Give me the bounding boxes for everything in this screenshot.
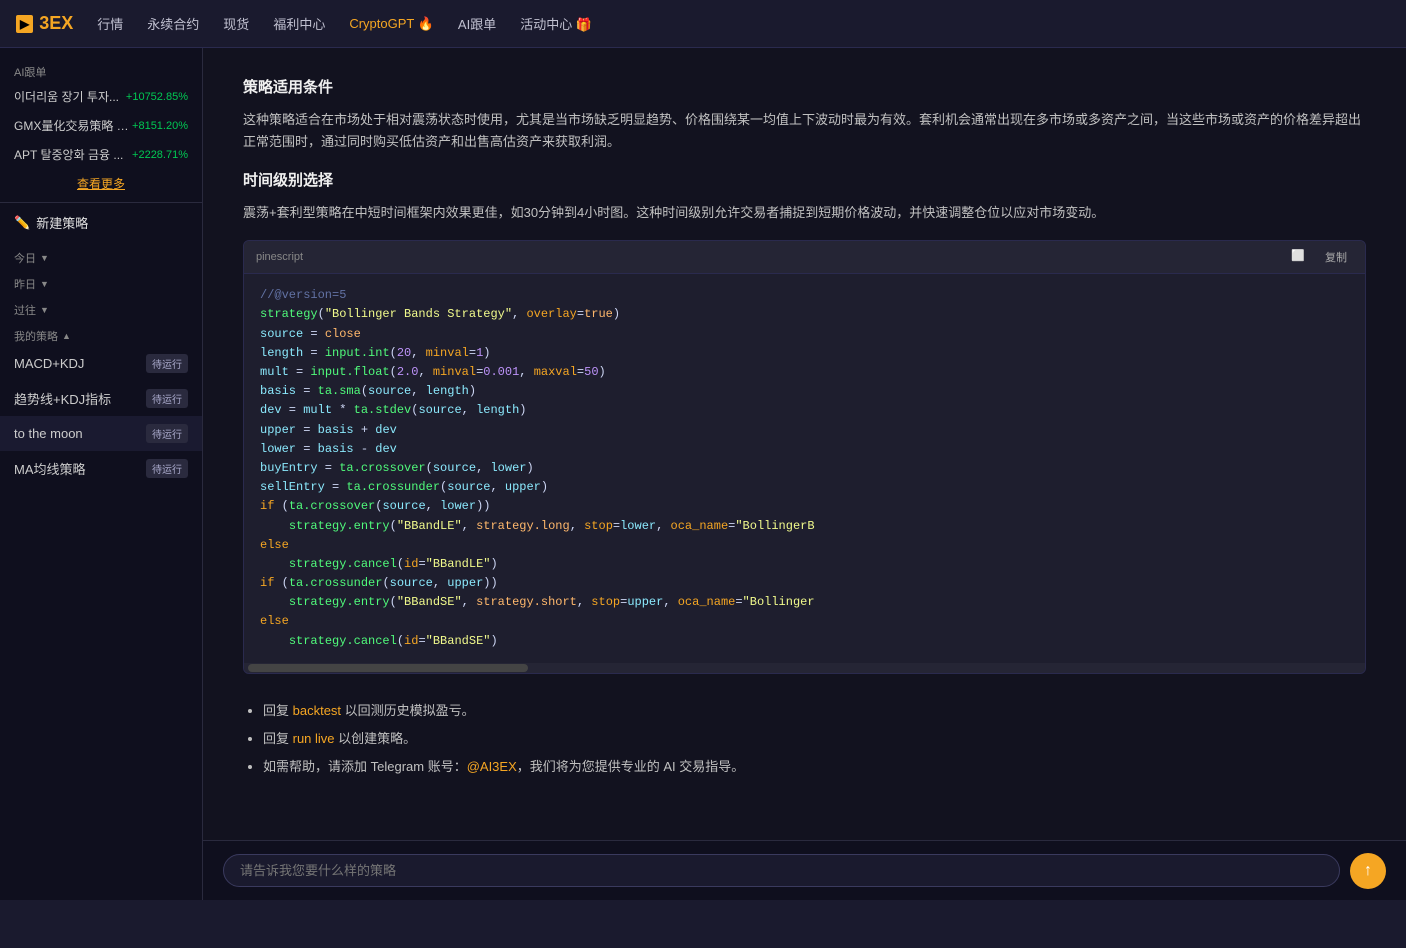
- today-label: 今日: [14, 250, 36, 266]
- strategy-name-3: to the moon: [14, 426, 83, 441]
- chat-input-bar: ↑: [203, 840, 1406, 900]
- code-icon-btn[interactable]: ⬜: [1285, 247, 1311, 267]
- nav-aicopy[interactable]: AI跟单: [458, 14, 496, 33]
- edit-icon: ✏️: [14, 215, 30, 231]
- today-chevron: ▼: [40, 253, 49, 263]
- section1-text: 这种策略适合在市场处于相对震荡状态时使用，尤其是当市场缺乏明显趋势、价格围绕某一…: [243, 109, 1366, 153]
- content-area: 策略适用条件 这种策略适合在市场处于相对震荡状态时使用，尤其是当市场缺乏明显趋势…: [203, 48, 1406, 900]
- past-label: 过往: [14, 302, 36, 318]
- trending-item-1[interactable]: 이더리움 장기 투자... +10752.85%: [0, 82, 202, 111]
- nav-activities[interactable]: 活动中心 🎁: [520, 14, 592, 33]
- chat-send-button[interactable]: ↑: [1350, 853, 1386, 889]
- bullet-highlight-3: @AI3EX: [467, 759, 517, 774]
- new-strategy-label: 新建策略: [36, 213, 88, 232]
- yesterday-chevron: ▼: [40, 279, 49, 289]
- nav-cryptogpt[interactable]: CryptoGPT 🔥: [349, 16, 434, 32]
- bullet-list: 回复 backtest 以回测历史模拟盈亏。 回复 run live 以创建策略…: [243, 690, 1366, 790]
- navbar: ▶ 3EX 行情 永续合约 现货 福利中心 CryptoGPT 🔥 AI跟单 活…: [0, 0, 1406, 48]
- strategy-badge-3: 待运行: [146, 424, 188, 443]
- nav-spot[interactable]: 现货: [223, 14, 249, 33]
- strategy-badge-2: 待运行: [146, 389, 188, 408]
- trending-gain-2: +8151.20%: [132, 120, 188, 132]
- today-group[interactable]: 今日 ▼: [0, 242, 202, 268]
- code-actions: ⬜ 复制: [1285, 247, 1353, 267]
- content-main: 策略适用条件 这种策略适合在市场处于相对震荡状态时使用，尤其是当市场缺乏明显趋势…: [203, 48, 1406, 840]
- new-strategy-button[interactable]: ✏️ 新建策略: [0, 202, 202, 242]
- code-body: //@version=5 strategy("Bollinger Bands S…: [244, 274, 1365, 663]
- trending-name-1: 이더리움 장기 투자...: [14, 88, 126, 105]
- strategy-name-1: MACD+KDJ: [14, 356, 84, 371]
- bullet-highlight-2: run live: [293, 731, 335, 746]
- yesterday-group[interactable]: 昨日 ▼: [0, 268, 202, 294]
- my-strategies-label: 我的策略: [14, 328, 58, 344]
- section1-title: 策略适用条件: [243, 76, 1366, 97]
- my-strategies-chevron: ▲: [62, 331, 71, 341]
- past-chevron: ▼: [40, 305, 49, 315]
- code-header: pinescript ⬜ 复制: [244, 241, 1365, 274]
- send-icon: ↑: [1364, 862, 1372, 880]
- code-copy-btn[interactable]: 复制: [1319, 247, 1353, 267]
- strategy-item-1[interactable]: MACD+KDJ 待运行: [0, 346, 202, 381]
- yesterday-label: 昨日: [14, 276, 36, 292]
- strategy-badge-4: 待运行: [146, 459, 188, 478]
- code-scroll[interactable]: //@version=5 strategy("Bollinger Bands S…: [244, 274, 1365, 663]
- strategy-item-2[interactable]: 趋势线+KDJ指标 待运行: [0, 381, 202, 416]
- section2-title: 时间级别选择: [243, 169, 1366, 190]
- logo[interactable]: ▶ 3EX: [16, 13, 73, 34]
- logo-icon: ▶: [16, 15, 33, 33]
- strategy-badge-1: 待运行: [146, 354, 188, 373]
- code-lang-label: pinescript: [256, 251, 303, 263]
- code-scrollbar-thumb[interactable]: [248, 664, 528, 672]
- past-group[interactable]: 过往 ▼: [0, 294, 202, 320]
- section2-text: 震荡+套利型策略在中短时间框架内效果更佳，如30分钟到4小时图。这种时间级别允许…: [243, 202, 1366, 224]
- sidebar: AI跟单 이더리움 장기 투자... +10752.85% GMX量化交易策略 …: [0, 48, 203, 900]
- strategy-name-4: MA均线策略: [14, 459, 86, 478]
- sidebar-section-label: AI跟单: [0, 60, 202, 82]
- trending-gain-1: +10752.85%: [126, 91, 188, 103]
- bullet-item-1: 回复 backtest 以回测历史模拟盈亏。: [263, 698, 1366, 724]
- bullet-highlight-1: backtest: [293, 703, 341, 718]
- show-more-link[interactable]: 查看更多: [0, 169, 202, 198]
- code-scrollbar[interactable]: [244, 663, 1365, 673]
- nav-welfare[interactable]: 福利中心: [273, 14, 325, 33]
- trending-name-3: APT 탈중앙화 금융 ...: [14, 146, 132, 163]
- bullet-item-2: 回复 run live 以创建策略。: [263, 726, 1366, 752]
- trending-gain-3: +2228.71%: [132, 149, 188, 161]
- my-strategies-group[interactable]: 我的策略 ▲: [0, 320, 202, 346]
- strategy-item-4[interactable]: MA均线策略 待运行: [0, 451, 202, 486]
- main-layout: AI跟单 이더리움 장기 투자... +10752.85% GMX量化交易策略 …: [0, 48, 1406, 900]
- nav-perpetual[interactable]: 永续合约: [147, 14, 199, 33]
- strategy-item-3[interactable]: to the moon 待运行: [0, 416, 202, 451]
- logo-text: 3EX: [39, 13, 73, 34]
- trending-item-2[interactable]: GMX量化交易策略 1.3 +8151.20%: [0, 111, 202, 140]
- trending-name-2: GMX量化交易策略 1.3: [14, 117, 132, 134]
- bullet-item-3: 如需帮助，请添加 Telegram 账号：@AI3EX，我们将为您提供专业的 A…: [263, 754, 1366, 780]
- code-block: pinescript ⬜ 复制 //@version=5 strategy("B…: [243, 240, 1366, 674]
- nav-market[interactable]: 行情: [97, 14, 123, 33]
- trending-item-3[interactable]: APT 탈중앙화 금융 ... +2228.71%: [0, 140, 202, 169]
- chat-input[interactable]: [223, 854, 1340, 887]
- strategy-name-2: 趋势线+KDJ指标: [14, 389, 111, 408]
